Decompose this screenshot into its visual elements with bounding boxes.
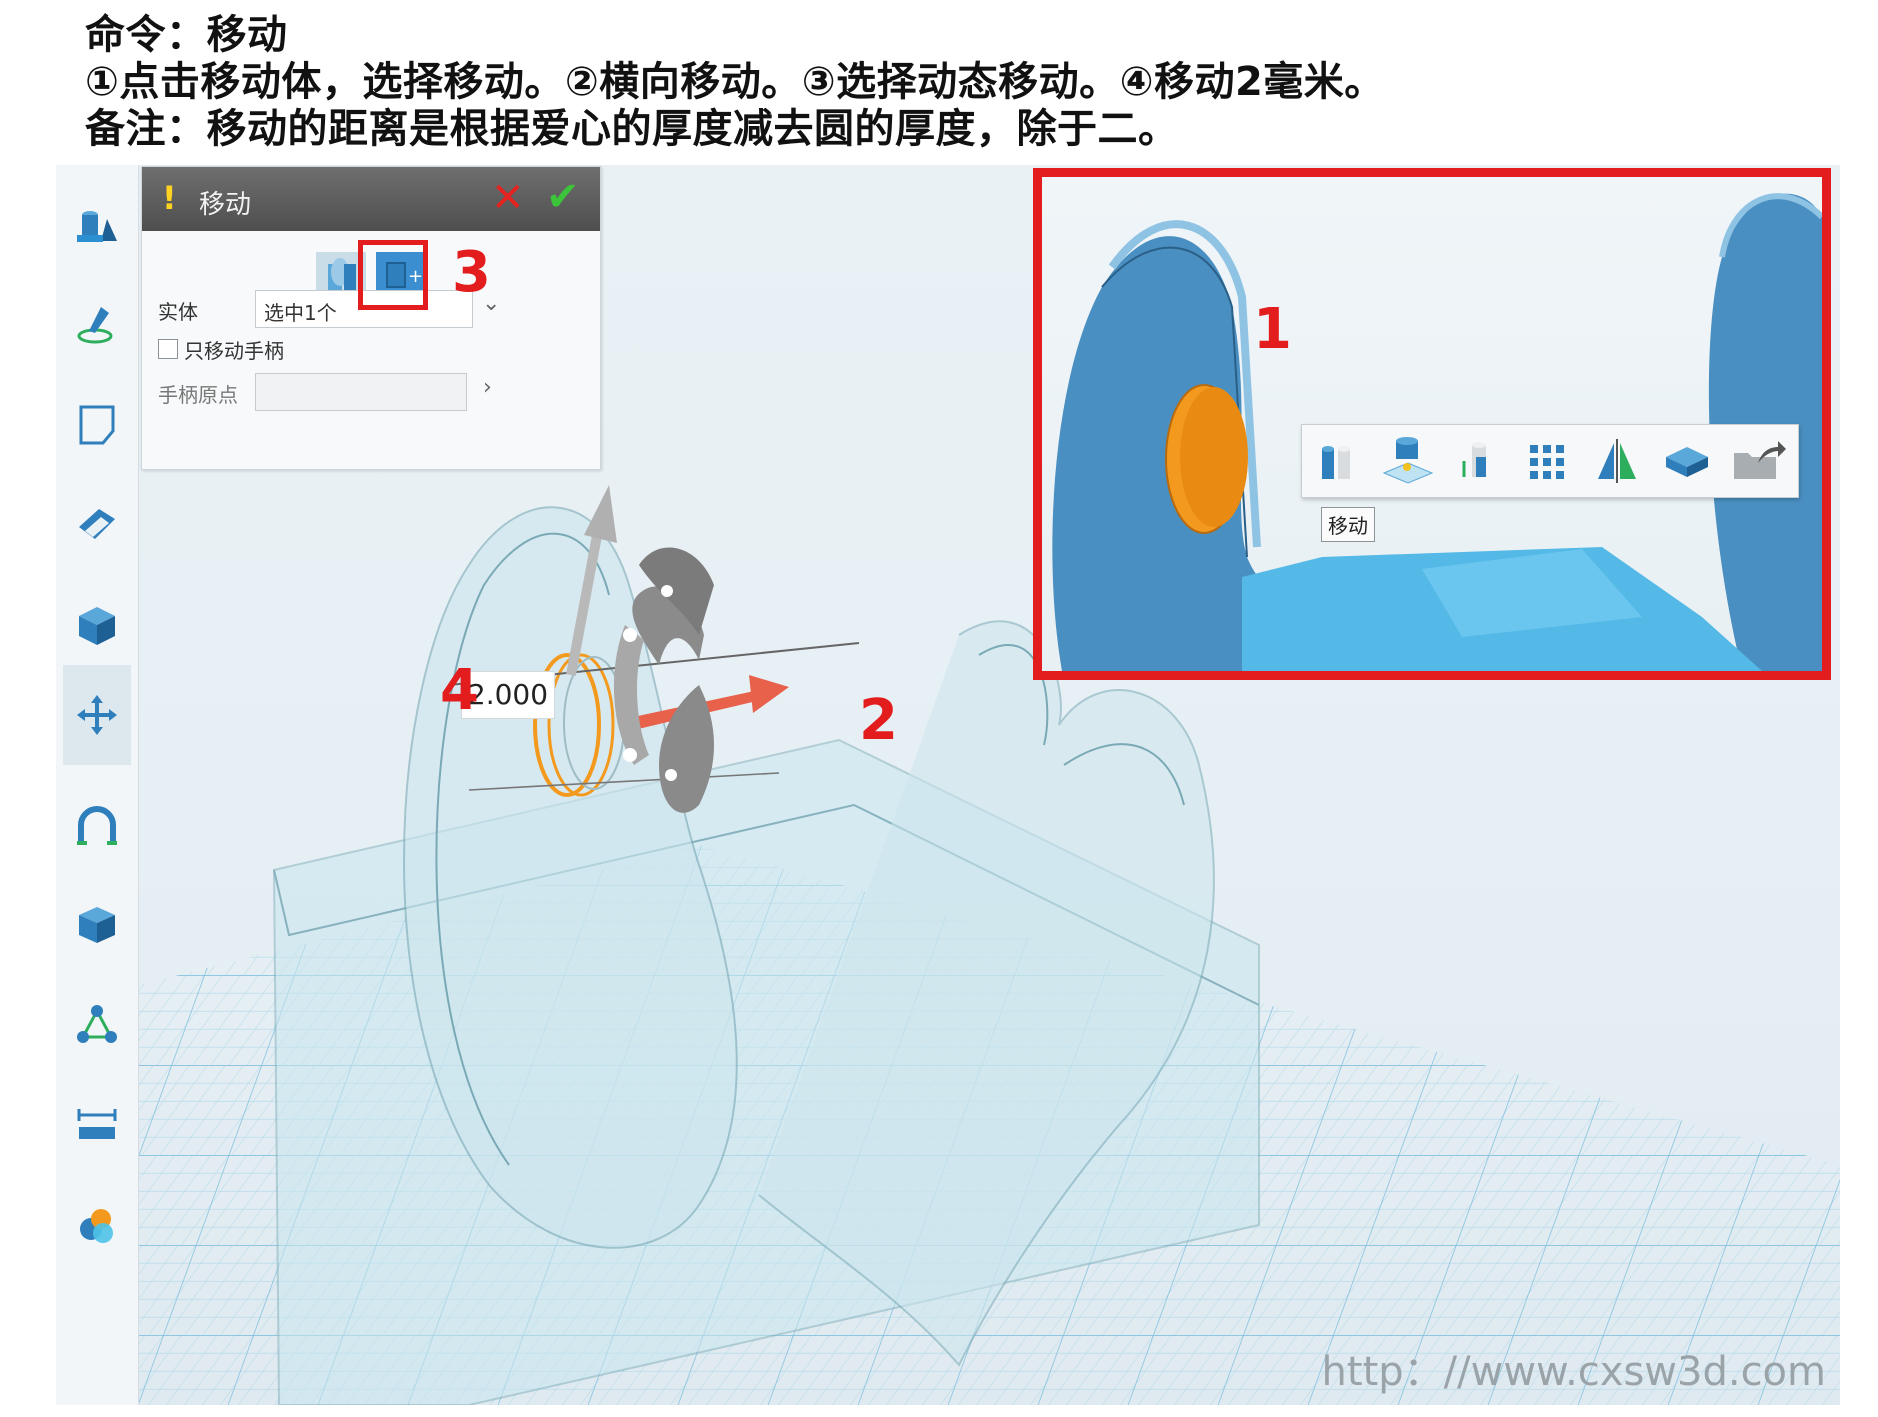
move-tooltip: 移动 xyxy=(1321,507,1375,542)
move-tool-icon xyxy=(1322,446,1350,479)
basic-solids-button[interactable] xyxy=(63,185,131,265)
sketch-edit-icon xyxy=(79,405,115,445)
special-feature-icon xyxy=(79,607,115,645)
entity-label: 实体 xyxy=(158,300,198,324)
move-arrows-icon xyxy=(77,695,117,735)
combine-button[interactable] xyxy=(63,785,131,865)
annotation-number-2: 2 xyxy=(859,688,898,753)
annotation-number-4: 4 xyxy=(440,658,479,723)
assembly-button[interactable] xyxy=(63,985,131,1065)
handle-origin-label: 手柄原点 xyxy=(158,383,238,407)
watermark-text: http：//www.cxsw3d.com xyxy=(1321,1349,1826,1395)
sketch-button[interactable] xyxy=(63,285,131,365)
feature-icon xyxy=(79,509,115,539)
special-feature-button[interactable] xyxy=(63,585,131,665)
warning-icon: ! xyxy=(162,179,177,217)
assembly-icon xyxy=(77,1005,117,1043)
render-icon xyxy=(80,1209,113,1243)
scale-icon xyxy=(1666,447,1708,477)
annotation-number-3: 3 xyxy=(452,240,491,305)
handle-origin-chevron-icon[interactable]: › xyxy=(483,375,492,400)
only-move-handle-label: 只移动手柄 xyxy=(184,339,284,363)
surface-icon xyxy=(79,907,115,943)
render-button[interactable] xyxy=(63,1185,131,1265)
scale-button[interactable] xyxy=(1658,433,1716,489)
save-export-icon xyxy=(1734,441,1786,479)
inset-zoom-view: 1 移动 xyxy=(1033,168,1831,680)
combine-icon xyxy=(77,806,117,845)
measure-button[interactable] xyxy=(63,1085,131,1165)
sketch-icon xyxy=(77,307,113,344)
sketch-edit-button[interactable] xyxy=(63,385,131,465)
annotation-number-1: 1 xyxy=(1253,297,1292,362)
panel-title: 移动 xyxy=(199,190,252,220)
confirm-button[interactable]: ✔ xyxy=(546,174,580,220)
context-toolbar xyxy=(1301,424,1799,498)
align-copy-button[interactable] xyxy=(1448,433,1506,489)
left-toolbar xyxy=(56,165,139,1405)
annotation-box-3 xyxy=(358,240,428,310)
only-move-handle-checkbox[interactable] xyxy=(158,339,178,359)
move-tool-button[interactable] xyxy=(1308,433,1366,489)
array-button[interactable] xyxy=(1518,433,1576,489)
steps-line: ①点击移动体，选择移动。②横向移动。③选择动态移动。④移动2毫米。 xyxy=(85,59,1385,105)
measure-icon xyxy=(77,1109,117,1139)
move-panel-titlebar: ! 移动 ✕ ✔ xyxy=(142,167,600,231)
move-panel: ! 移动 ✕ ✔ + 实体 选中1个 ⌄ 只移动手柄 手柄原点 › xyxy=(141,166,601,470)
drop-to-plane-button[interactable] xyxy=(1378,433,1436,489)
export-button[interactable] xyxy=(1728,433,1786,489)
command-line: 命令：移动 xyxy=(85,12,288,58)
note-line: 备注：移动的距离是根据爱心的厚度减去圆的厚度，除于二。 xyxy=(85,106,1179,152)
basic-edit-button[interactable] xyxy=(63,665,131,765)
handle-origin-field[interactable] xyxy=(255,373,467,411)
mirror-icon xyxy=(1598,439,1636,483)
feature-button[interactable] xyxy=(63,485,131,565)
drop-to-plane-icon xyxy=(1382,437,1434,484)
copy-align-icon xyxy=(1462,442,1486,477)
array-icon xyxy=(1530,445,1564,479)
cancel-button[interactable]: ✕ xyxy=(491,175,525,221)
surface-button[interactable] xyxy=(63,885,131,965)
basic-solids-icon xyxy=(77,211,117,242)
instruction-header: 命令：移动 ①点击移动体，选择移动。②横向移动。③选择动态移动。④移动2毫米。 … xyxy=(85,12,1845,153)
mirror-button[interactable] xyxy=(1588,433,1646,489)
